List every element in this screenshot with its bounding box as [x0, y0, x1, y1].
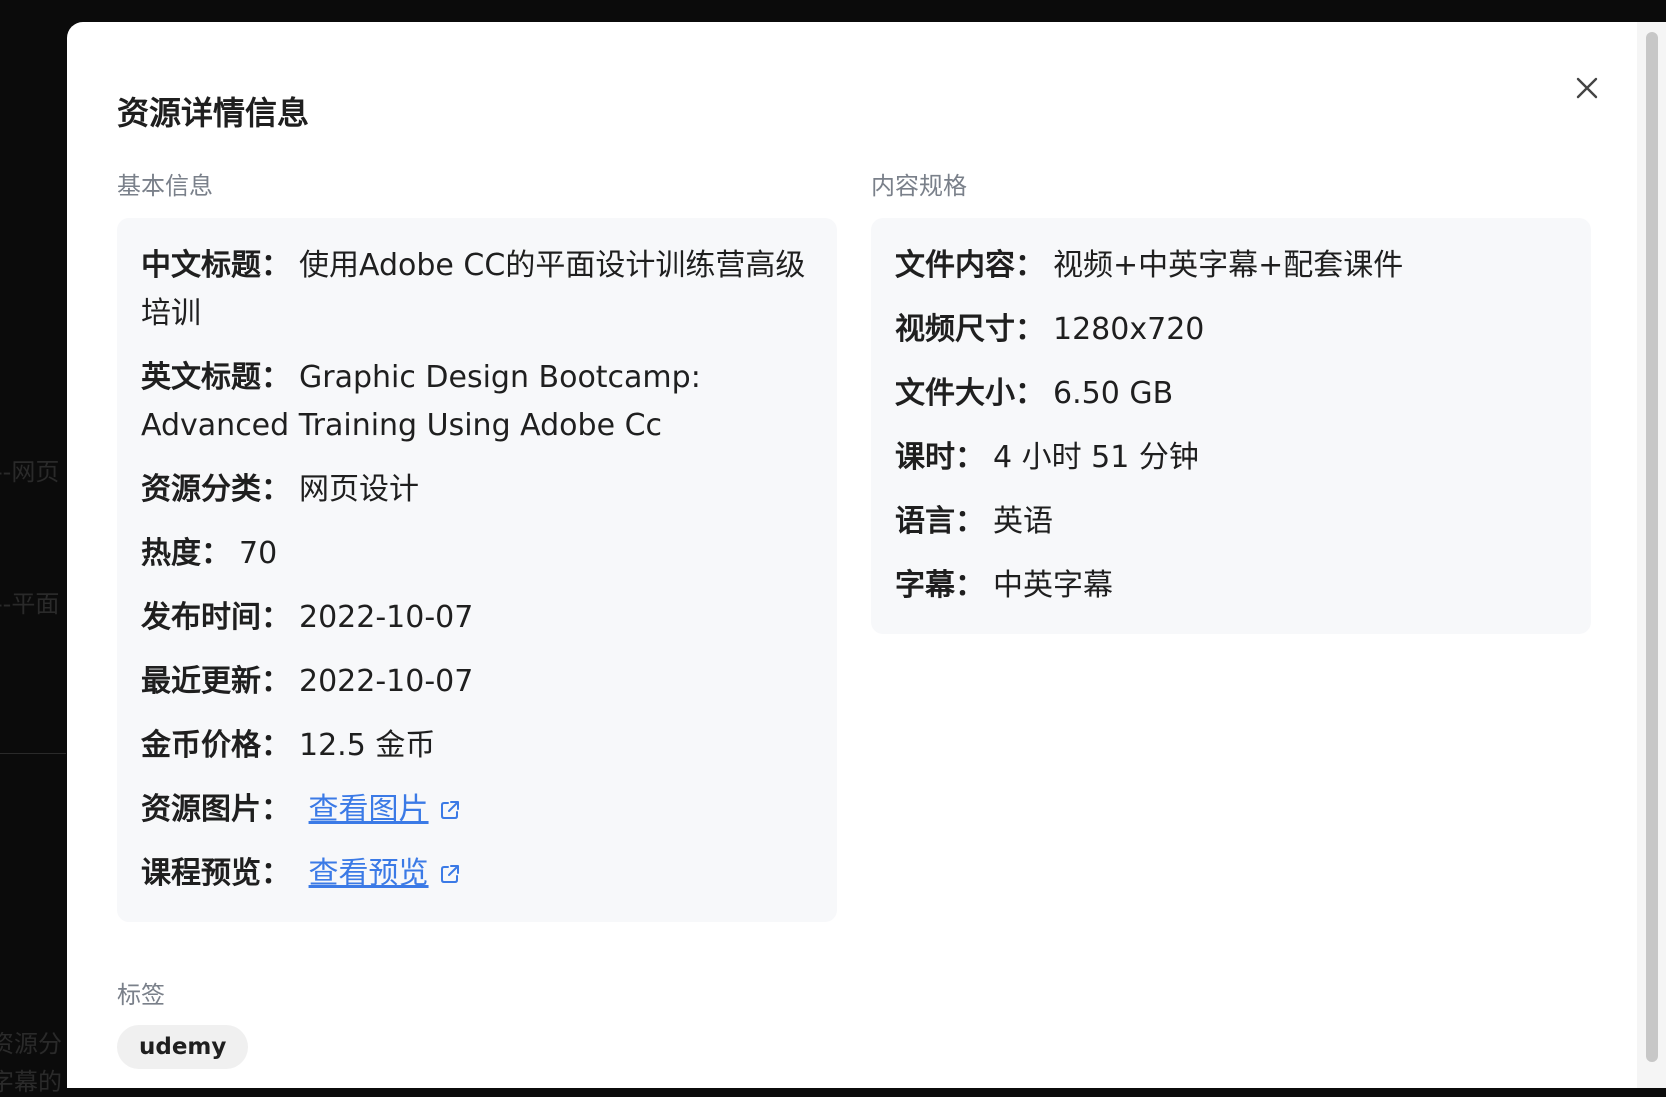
field-key: 发布时间： [141, 600, 291, 635]
updated-value: 2022-10-07 [299, 664, 473, 699]
tags-label: 标签 [117, 975, 165, 1010]
price-value: 12.5 金币 [299, 728, 435, 763]
field-key: 字幕： [895, 568, 985, 603]
modal-title: 资源详情信息 [117, 88, 309, 134]
info-row-price: 金币价格：12.5 金币 [141, 722, 813, 770]
info-row-image: 资源图片： 查看图片 [141, 786, 813, 834]
basic-info-label: 基本信息 [117, 166, 213, 201]
category-value: 网页设计 [299, 472, 419, 507]
info-row-english-title: 英文标题：Graphic Design Bootcamp: Advanced T… [141, 354, 813, 450]
field-key: 中文标题： [141, 248, 291, 283]
background-text: --平面 [0, 584, 59, 619]
background-text: 字幕的 [0, 1062, 62, 1097]
field-key: 最近更新： [141, 664, 291, 699]
spec-row-file-size: 文件大小：6.50 GB [895, 370, 1567, 418]
field-key: 英文标题： [141, 360, 291, 395]
info-row-published: 发布时间：2022-10-07 [141, 594, 813, 642]
info-row-popularity: 热度：70 [141, 530, 813, 578]
field-key: 课时： [895, 440, 985, 475]
info-row-category: 资源分类：网页设计 [141, 466, 813, 514]
field-key: 语言： [895, 504, 985, 539]
field-key: 热度： [141, 536, 231, 571]
background-text: 资源分 [0, 1024, 62, 1059]
background-divider [0, 753, 66, 754]
subtitle-value: 中英字幕 [993, 568, 1113, 603]
spec-row-video-size: 视频尺寸：1280x720 [895, 306, 1567, 354]
view-image-link[interactable]: 查看图片 [309, 792, 429, 827]
close-icon [1575, 76, 1599, 100]
content-spec-card: 文件内容：视频+中英字幕+配套课件 视频尺寸：1280x720 文件大小：6.5… [871, 218, 1591, 634]
file-content-value: 视频+中英字幕+配套课件 [1053, 248, 1403, 283]
view-preview-link[interactable]: 查看预览 [309, 856, 429, 891]
resource-detail-modal: 资源详情信息 基本信息 中文标题：使用Adobe CC的平面设计训练营高级培训 … [67, 22, 1637, 1088]
info-row-updated: 最近更新：2022-10-07 [141, 658, 813, 706]
content-spec-label: 内容规格 [871, 166, 967, 201]
published-value: 2022-10-07 [299, 600, 473, 635]
field-key: 文件大小： [895, 376, 1045, 411]
scrollbar-thumb[interactable] [1646, 32, 1658, 1062]
duration-value: 4 小时 51 分钟 [993, 440, 1199, 475]
info-row-chinese-title: 中文标题：使用Adobe CC的平面设计训练营高级培训 [141, 242, 813, 338]
file-size-value: 6.50 GB [1053, 376, 1173, 411]
field-key: 金币价格： [141, 728, 291, 763]
language-value: 英语 [993, 504, 1053, 539]
spec-row-language: 语言：英语 [895, 498, 1567, 546]
info-row-preview: 课程预览： 查看预览 [141, 850, 813, 898]
spec-row-duration: 课时：4 小时 51 分钟 [895, 434, 1567, 482]
popularity-value: 70 [239, 536, 277, 571]
background-text: --网页 [0, 452, 59, 487]
field-key: 资源分类： [141, 472, 291, 507]
spec-row-subtitle: 字幕：中英字幕 [895, 562, 1567, 610]
video-size-value: 1280x720 [1053, 312, 1204, 347]
field-key: 资源图片： [141, 792, 291, 827]
basic-info-card: 中文标题：使用Adobe CC的平面设计训练营高级培训 英文标题：Graphic… [117, 218, 837, 922]
tag-chip[interactable]: udemy [117, 1025, 248, 1069]
close-button[interactable] [1567, 68, 1607, 108]
external-link-icon[interactable] [439, 799, 461, 821]
field-key: 课程预览： [141, 856, 291, 891]
spec-row-file-content: 文件内容：视频+中英字幕+配套课件 [895, 242, 1567, 290]
external-link-icon[interactable] [439, 863, 461, 885]
field-key: 视频尺寸： [895, 312, 1045, 347]
field-key: 文件内容： [895, 248, 1045, 283]
